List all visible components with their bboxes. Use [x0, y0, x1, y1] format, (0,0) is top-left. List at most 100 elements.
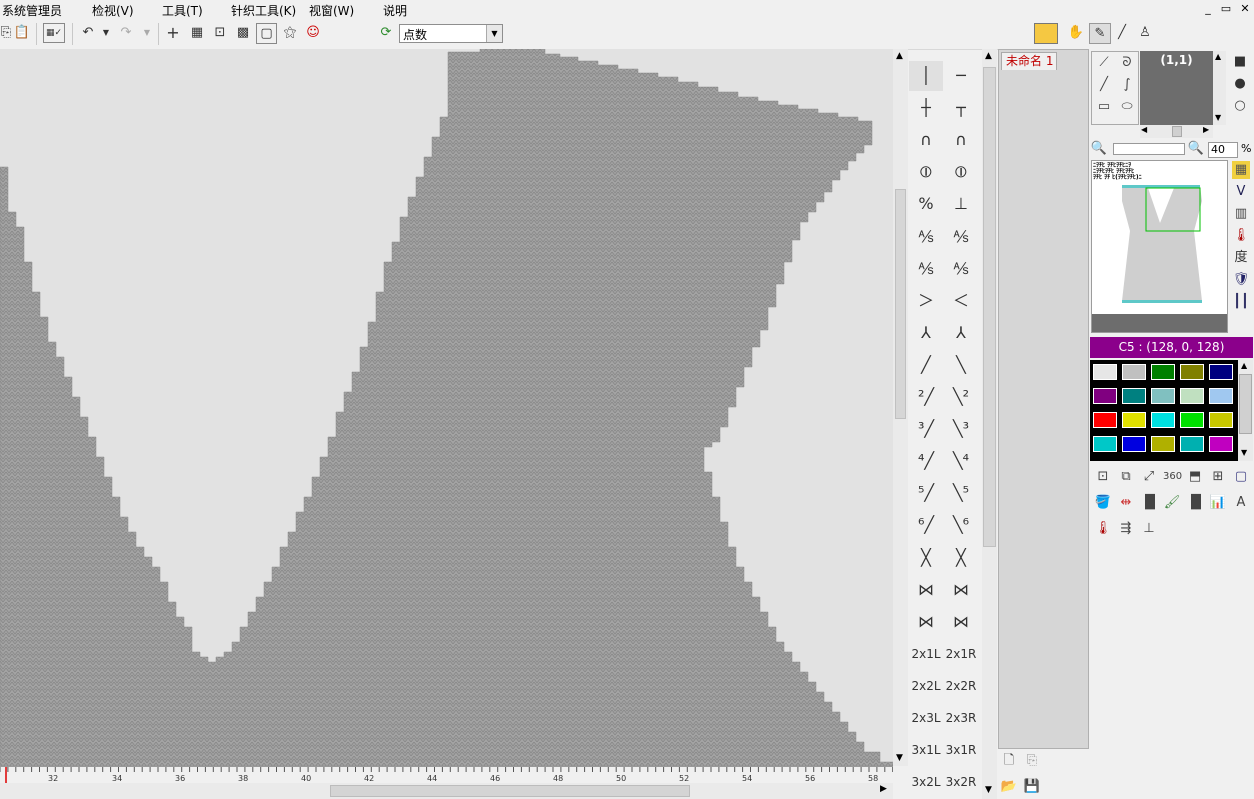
garment-preview[interactable]: ﾆｦﾁﾋ ｦﾁﾋｦﾁﾋﾆｦ ﾆｦﾁﾋｦﾁﾋ ｦﾁﾋｦﾁﾋ ｦﾁﾋ ｦﾁ ﾋ(ｦﾁ… — [1091, 160, 1228, 333]
color-swatch[interactable] — [1151, 364, 1175, 380]
side-label[interactable]: 度 — [1232, 249, 1250, 267]
redo-dropdown-icon[interactable]: ▼ — [137, 23, 157, 43]
menu-tools[interactable]: 工具(T) — [162, 2, 203, 19]
color-swatch[interactable] — [1122, 364, 1146, 380]
stitch-symbol-button[interactable]: ⅍ — [944, 222, 978, 252]
color-swatch[interactable] — [1122, 436, 1146, 452]
shield-icon[interactable]: 🛡 — [1232, 271, 1250, 289]
canvas-vertical-scrollbar[interactable]: ▲ ▼ — [893, 49, 908, 766]
menu-admin[interactable]: 系统管理员 — [2, 2, 62, 19]
crosshair-icon[interactable]: + — [163, 23, 183, 43]
save-icon[interactable]: 💾 — [1023, 778, 1041, 796]
stitch-symbol-button[interactable]: ╲³ — [944, 414, 978, 444]
spiral-icon[interactable]: ᘐ — [1118, 54, 1136, 72]
lasso-icon[interactable]: ⚝ — [280, 23, 300, 43]
knit-canvas[interactable] — [0, 49, 893, 766]
scroll-left-icon[interactable]: ◀ — [1141, 125, 1147, 134]
fill-icon[interactable]: 🪣 — [1094, 494, 1112, 512]
document-tab[interactable]: 未命名 1 — [1001, 52, 1057, 70]
hand-icon[interactable]: ✋ — [1066, 23, 1086, 43]
color-swatch[interactable] — [1151, 436, 1175, 452]
circle-fill-icon[interactable]: ● — [1231, 75, 1249, 93]
scroll-right-icon[interactable]: ▶ — [1203, 125, 1209, 134]
scroll-up-icon[interactable]: ▲ — [1215, 52, 1221, 61]
color-swatch[interactable] — [1180, 388, 1204, 404]
select-rect-icon[interactable]: ▢ — [256, 23, 277, 44]
scroll-down-icon[interactable]: ▼ — [985, 785, 992, 795]
stitch-symbol-button[interactable]: ＞ — [909, 286, 943, 316]
stitch-symbol-button[interactable]: ⅄ — [944, 318, 978, 348]
stitch-symbol-button[interactable]: ⋈ — [909, 575, 943, 605]
stitch-symbol-button[interactable]: ╲⁵ — [944, 478, 978, 508]
stitch-symbol-button[interactable]: ⁵╱ — [909, 478, 943, 508]
paste-icon[interactable]: 📋 — [12, 23, 32, 43]
stitch-symbol-button[interactable]: 3x2L — [909, 767, 943, 797]
stitch-symbol-button[interactable]: ⁶╱ — [909, 510, 943, 540]
stitch-symbol-button[interactable]: ∩ — [944, 125, 978, 155]
scroll-down-icon[interactable]: ▼ — [896, 753, 903, 763]
square-fill-icon[interactable]: ■ — [1231, 53, 1249, 71]
stitch-symbol-button[interactable]: 3x1L — [909, 735, 943, 765]
stitch-symbol-button[interactable]: ⁴╱ — [909, 446, 943, 476]
zoom-out-icon[interactable]: 🔍 — [1090, 140, 1108, 158]
scroll-down-icon[interactable]: ▼ — [1215, 113, 1221, 122]
scrollbar-thumb[interactable] — [983, 67, 996, 547]
coord-scrollbar[interactable]: ▲ ▼ — [1213, 51, 1226, 125]
color-swatch[interactable] — [1209, 364, 1233, 380]
stitch-symbol-button[interactable]: ⅍ — [909, 254, 943, 284]
grid-icon[interactable]: ▦ — [187, 23, 207, 43]
line-tool-icon[interactable]: ╱ — [1112, 23, 1132, 43]
stitch-symbol-button[interactable]: ╲ — [944, 350, 978, 380]
new-file-icon[interactable]: 🗋 — [1000, 752, 1018, 770]
v-neck-icon[interactable]: V — [1232, 183, 1250, 201]
scroll-up-icon[interactable]: ▲ — [896, 51, 903, 61]
bars-icon[interactable]: ┃┃ — [1232, 293, 1250, 311]
coord-hscrollbar[interactable]: ◀ ▶ — [1140, 125, 1213, 138]
stitch-symbol-button[interactable]: 2x2L — [909, 671, 943, 701]
refresh-icon[interactable]: ⟳ — [376, 23, 396, 43]
thermometer-icon[interactable]: 🌡 — [1232, 227, 1250, 245]
stitch-symbol-button[interactable]: ⅄ — [909, 318, 943, 348]
zoom-input[interactable]: 40 — [1208, 142, 1238, 158]
curve-icon[interactable]: ∫ — [1118, 76, 1136, 94]
stitch-symbol-button[interactable]: ＜ — [944, 286, 978, 316]
stitch-symbol-button[interactable]: ⋈ — [909, 607, 943, 637]
copy-region-icon[interactable]: ⧉ — [1117, 468, 1135, 486]
stitch-symbol-button[interactable]: ∩ — [909, 125, 943, 155]
frame-select-icon[interactable]: ▢ — [1232, 468, 1250, 486]
open-folder-icon[interactable]: 📂 — [1000, 778, 1018, 796]
rotate-360-icon[interactable]: 360 — [1163, 468, 1182, 486]
color-swatch[interactable] — [1122, 388, 1146, 404]
pencil-icon[interactable]: ⟋ — [1095, 54, 1113, 72]
scroll-up-icon[interactable]: ▲ — [1241, 361, 1247, 370]
scroll-down-icon[interactable]: ▼ — [1241, 448, 1247, 457]
stitch-symbol-button[interactable]: ╲⁴ — [944, 446, 978, 476]
grid-view-icon[interactable]: ▦ — [1232, 161, 1250, 179]
color-swatch[interactable] — [1209, 436, 1233, 452]
stitch-symbol-button[interactable]: 2x3L — [909, 703, 943, 733]
distribute-icon[interactable]: ⇶ — [1117, 520, 1135, 538]
color-swatch[interactable] — [1122, 412, 1146, 428]
stitch-symbol-button[interactable]: ²╱ — [909, 382, 943, 412]
scroll-right-icon[interactable]: ▶ — [880, 784, 887, 794]
zoom-in-icon[interactable]: 🔍 — [1187, 140, 1205, 158]
text-icon[interactable]: A — [1232, 494, 1250, 512]
stitch-pattern-icon[interactable]: ▥ — [1232, 205, 1250, 223]
stitch-symbol-button[interactable]: 3x2R — [944, 767, 978, 797]
stitch-symbol-button[interactable]: ³╱ — [909, 414, 943, 444]
close-button[interactable]: ✕ — [1237, 1, 1253, 16]
sweater-icon[interactable] — [1034, 23, 1058, 44]
menu-knit-tools[interactable]: 针织工具(K) — [231, 2, 296, 19]
stitch-symbol-button[interactable]: ⦶ — [909, 157, 943, 187]
undo-dropdown-icon[interactable]: ▼ — [96, 23, 116, 43]
color-swatch[interactable] — [1151, 388, 1175, 404]
circle-outline-icon[interactable]: ○ — [1231, 97, 1249, 115]
horizontal-scrollbar[interactable]: ▶ — [0, 783, 893, 799]
color-swatch[interactable] — [1093, 388, 1117, 404]
color-swatch[interactable] — [1209, 388, 1233, 404]
stitch-symbol-button[interactable]: ⋈ — [944, 607, 978, 637]
scrollbar-thumb[interactable] — [895, 189, 906, 419]
scroll-up-icon[interactable]: ▲ — [985, 51, 992, 61]
color-swatch[interactable] — [1180, 436, 1204, 452]
stitch-symbol-button[interactable]: 2x2R — [944, 671, 978, 701]
